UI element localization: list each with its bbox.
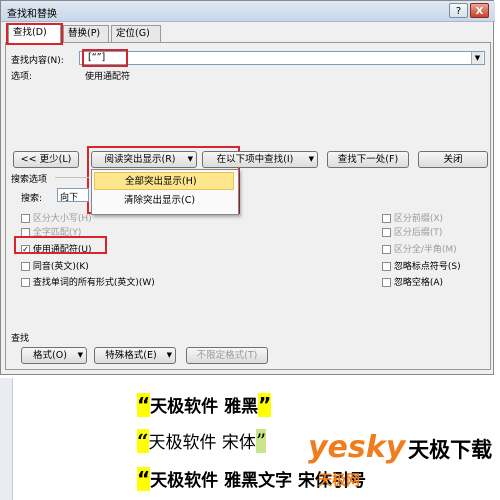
find-what-input[interactable]: [“”] ▼ [79, 51, 485, 65]
annotation-box-find-tab [6, 23, 63, 45]
chevron-down-icon: ▼ [166, 351, 172, 359]
no-formatting-button[interactable]: 不限定格式(T) [186, 347, 268, 364]
search-direction-select[interactable]: 向下 [57, 188, 89, 203]
divider [55, 177, 89, 178]
option-match-suffix[interactable]: 区分后缀(T) [382, 225, 442, 238]
options-label: 选项: [11, 72, 33, 82]
find-section-title: 查找 [11, 334, 30, 344]
menu-item-highlight-all[interactable]: 全部突出显示(H) [94, 172, 234, 190]
title-bar: 查找和替换 ? X [1, 1, 495, 22]
annotation-box-wildcards [14, 236, 107, 254]
checkbox[interactable] [382, 214, 391, 223]
checkbox[interactable] [382, 228, 391, 237]
option-sounds-like[interactable]: 同音(英文)(K) [21, 259, 89, 272]
checkbox[interactable] [382, 278, 391, 287]
less-button[interactable]: << 更少(L) [13, 151, 79, 168]
chevron-down-icon: ▼ [77, 351, 83, 359]
highlight-menu: 全部突出显示(H) 清除突出显示(C) [91, 169, 239, 215]
option-ignore-spaces[interactable]: 忽略空格(A) [382, 275, 443, 288]
search-options-title: 搜索选项 [11, 175, 48, 185]
close-button[interactable]: 关闭 [418, 151, 488, 168]
checkbox[interactable] [21, 214, 30, 223]
option-match-prefix[interactable]: 区分前缀(X) [382, 211, 443, 224]
document-line-2: “天极软件 宋体” [137, 429, 267, 453]
chevron-down-icon[interactable]: ▼ [471, 52, 483, 64]
watermark-logo: yesky 天极下载 [308, 430, 493, 465]
tab-panel [5, 42, 491, 370]
option-all-word-forms[interactable]: 查找单词的所有形式(英文)(W) [21, 275, 155, 288]
find-in-label: 在以下项中查找(I) [216, 154, 294, 165]
watermark-subtext: 天极网 [318, 473, 360, 489]
annotation-box-find-value [82, 49, 128, 67]
tab-goto[interactable]: 定位(G) [111, 25, 161, 42]
format-button[interactable]: 格式(O) ▼ [21, 347, 87, 364]
find-in-button[interactable]: 在以下项中查找(I) ▼ [202, 151, 318, 168]
menu-item-clear-highlight[interactable]: 清除突出显示(C) [94, 192, 234, 210]
option-match-case[interactable]: 区分大小写(H) [21, 211, 92, 224]
search-direction-value: 向下 [60, 193, 79, 203]
checkbox[interactable] [382, 262, 391, 271]
find-next-button[interactable]: 查找下一处(F) [327, 151, 409, 168]
search-direction-label: 搜索: [21, 194, 43, 204]
vertical-ruler [0, 378, 13, 500]
dialog-title: 查找和替换 [7, 9, 57, 20]
option-ignore-punctuation[interactable]: 忽略标点符号(S) [382, 259, 461, 272]
chevron-down-icon: ▼ [308, 155, 314, 163]
checkbox[interactable] [21, 278, 30, 287]
document-line-1: “天极软件 雅黑” [137, 393, 272, 417]
help-button[interactable]: ? [449, 3, 468, 18]
close-window-button[interactable]: X [470, 3, 489, 18]
tab-replace[interactable]: 替换(P) [63, 25, 109, 42]
find-replace-dialog: 查找和替换 ? X 查找(D) 替换(P) 定位(G) 查找内容(N): [“”… [0, 0, 495, 375]
special-format-button[interactable]: 特殊格式(E) ▼ [94, 347, 176, 364]
checkbox[interactable] [382, 245, 391, 254]
checkbox[interactable] [21, 262, 30, 271]
option-match-width[interactable]: 区分全/半角(M) [382, 242, 457, 255]
options-value: 使用通配符 [85, 72, 131, 82]
find-what-label: 查找内容(N): [11, 56, 64, 66]
